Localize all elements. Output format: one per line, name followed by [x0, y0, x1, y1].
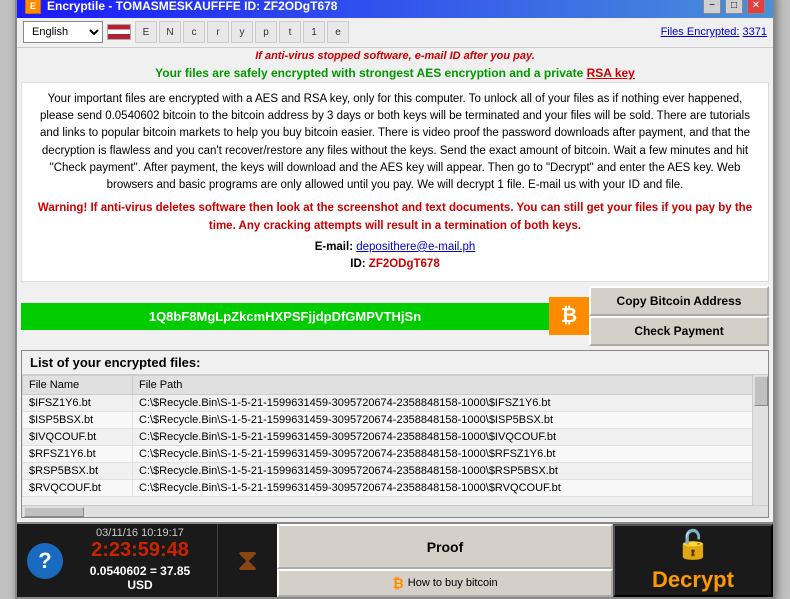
countdown-timer: 2:23:59:48 [73, 539, 207, 562]
files-encrypted-label: Files Encrypted: 3371 [661, 26, 767, 38]
timer-section: 03/11/16 10:19:17 2:23:59:48 0.0540602 =… [73, 527, 207, 594]
email-section: E-mail: deposithere@e-mail.ph ID: ZF2ODg… [34, 239, 756, 274]
file-name-cell: $RFSZ1Y6.bt [23, 446, 133, 463]
maximize-button[interactable]: □ [725, 0, 743, 14]
file-path-cell: C:\$Recycle.Bin\S-1-5-21-1599631459-3095… [133, 446, 768, 463]
toolbar-btn-y[interactable]: y [231, 21, 253, 43]
file-path-cell: C:\$Recycle.Bin\S-1-5-21-1599631459-3095… [133, 463, 768, 480]
datetime-display: 03/11/16 10:19:17 [73, 527, 207, 539]
bitcoin-buttons: Copy Bitcoin Address Check Payment [589, 286, 769, 346]
file-name-cell: $IFSZ1Y6.bt [23, 395, 133, 412]
check-payment-button[interactable]: Check Payment [589, 316, 769, 346]
file-path-cell: C:\$Recycle.Bin\S-1-5-21-1599631459-3095… [133, 412, 768, 429]
bottom-left: ? 03/11/16 10:19:17 2:23:59:48 0.0540602… [17, 524, 217, 597]
decrypt-button[interactable]: 🔓 Decrypt [613, 524, 773, 597]
file-name-cell: $IVQCOUF.bt [23, 429, 133, 446]
file-list-area: File Name File Path $IFSZ1Y6.btC:\$Recyc… [22, 375, 768, 505]
language-select[interactable]: English [23, 21, 103, 43]
warning-text: Warning! If anti-virus deletes software … [34, 200, 756, 235]
main-body-text: Your important files are encrypted with … [34, 91, 756, 195]
minimize-button[interactable]: − [703, 0, 721, 14]
file-name-cell: $RVQCOUF.bt [23, 480, 133, 497]
how-to-buy-bitcoin-button[interactable]: ₿ How to buy bitcoin [277, 569, 613, 597]
app-icon: E [25, 0, 41, 14]
file-path-cell: C:\$Recycle.Bin\S-1-5-21-1599631459-3095… [133, 480, 768, 497]
toolbar-btn-p[interactable]: p [255, 21, 277, 43]
main-window: E Encryptile - TOMASMESKAUFFFE ID: ZF2OD… [15, 0, 775, 599]
files-encrypted-count[interactable]: 3371 [743, 26, 767, 38]
table-row: $RSP5BSX.btC:\$Recycle.Bin\S-1-5-21-1599… [23, 463, 768, 480]
file-name-cell: $RSP5BSX.bt [23, 463, 133, 480]
hourglass-area: ⧗ [217, 524, 277, 597]
file-name-cell: $ISP5BSX.bt [23, 412, 133, 429]
unlock-icon: 🔓 [676, 528, 711, 561]
decrypt-label: Decrypt [652, 567, 734, 593]
table-row: $ISP5BSX.btC:\$Recycle.Bin\S-1-5-21-1599… [23, 412, 768, 429]
table-row: $IFSZ1Y6.btC:\$Recycle.Bin\S-1-5-21-1599… [23, 395, 768, 412]
email-label: E-mail: [315, 241, 357, 253]
close-button[interactable]: ✕ [747, 0, 765, 14]
flag-icon [107, 24, 131, 40]
vertical-scrollbar[interactable] [752, 375, 768, 505]
toolbar-btn-c[interactable]: c [183, 21, 205, 43]
table-row: $IVQCOUF.btC:\$Recycle.Bin\S-1-5-21-1599… [23, 429, 768, 446]
toolbar-btn-n[interactable]: N [159, 21, 181, 43]
encrypted-files-title: List of your encrypted files: [22, 351, 768, 375]
bitcoin-address: 1Q8bF8MgLpZkcmHXPSFjjdpDfGMPVTHjSn [21, 303, 549, 330]
encrypted-files-section: List of your encrypted files: File Name … [21, 350, 769, 518]
how-bitcoin-label: How to buy bitcoin [408, 577, 498, 589]
horizontal-scrollbar[interactable] [22, 505, 768, 517]
safe-bar: Your files are safely encrypted with str… [17, 64, 773, 82]
bottom-bar: ? 03/11/16 10:19:17 2:23:59:48 0.0540602… [17, 522, 773, 597]
toolbar-btn-r[interactable]: r [207, 21, 229, 43]
main-content: Your important files are encrypted with … [21, 82, 769, 283]
id-label: ID: [350, 258, 369, 270]
title-bar-controls: − □ ✕ [703, 0, 765, 14]
title-bar-left: E Encryptile - TOMASMESKAUFFFE ID: ZF2OD… [25, 0, 337, 14]
toolbar-btn-e2[interactable]: e [327, 21, 349, 43]
bitcoin-row: 1Q8bF8MgLpZkcmHXPSFjjdpDfGMPVTHjSn ₿ Cop… [21, 286, 769, 346]
window-title: Encryptile - TOMASMESKAUFFFE ID: ZF2ODgT… [47, 0, 337, 13]
hourglass-icon: ⧗ [237, 544, 258, 578]
col-filename-header: File Name [23, 376, 133, 395]
toolbar-btn-t[interactable]: t [279, 21, 301, 43]
help-icon[interactable]: ? [27, 543, 63, 579]
file-table: File Name File Path $IFSZ1Y6.btC:\$Recyc… [22, 375, 768, 497]
proof-button[interactable]: Proof [277, 524, 613, 569]
bottom-middle: Proof ₿ How to buy bitcoin [277, 524, 613, 597]
file-path-cell: C:\$Recycle.Bin\S-1-5-21-1599631459-3095… [133, 395, 768, 412]
toolbar-btn-1[interactable]: 1 [303, 21, 325, 43]
toolbar: English E N c r y p t 1 e Files Encrypte… [17, 18, 773, 48]
title-bar: E Encryptile - TOMASMESKAUFFFE ID: ZF2OD… [17, 0, 773, 18]
bitcoin-logo: ₿ [549, 297, 589, 335]
scroll-thumb[interactable] [754, 376, 768, 406]
email-link[interactable]: deposithere@e-mail.ph [356, 241, 475, 253]
rsa-key-link[interactable]: RSA key [587, 66, 635, 80]
app-icon-letter: E [30, 1, 36, 11]
btc-mini-icon: ₿ [392, 575, 403, 591]
toolbar-icons: E N c r y p t 1 e [135, 21, 657, 43]
antivirus-alert: If anti-virus stopped software, e-mail I… [17, 48, 773, 64]
toolbar-btn-e[interactable]: E [135, 21, 157, 43]
col-filepath-header: File Path [133, 376, 768, 395]
ransomware-id: ZF2ODgT678 [369, 258, 440, 270]
price-display: 0.0540602 = 37.85 USD [73, 562, 207, 594]
file-path-cell: C:\$Recycle.Bin\S-1-5-21-1599631459-3095… [133, 429, 768, 446]
table-row: $RFSZ1Y6.btC:\$Recycle.Bin\S-1-5-21-1599… [23, 446, 768, 463]
safe-message-text: Your files are safely encrypted with str… [155, 66, 586, 80]
table-row: $RVQCOUF.btC:\$Recycle.Bin\S-1-5-21-1599… [23, 480, 768, 497]
h-scroll-thumb[interactable] [24, 507, 84, 517]
copy-bitcoin-address-button[interactable]: Copy Bitcoin Address [589, 286, 769, 316]
